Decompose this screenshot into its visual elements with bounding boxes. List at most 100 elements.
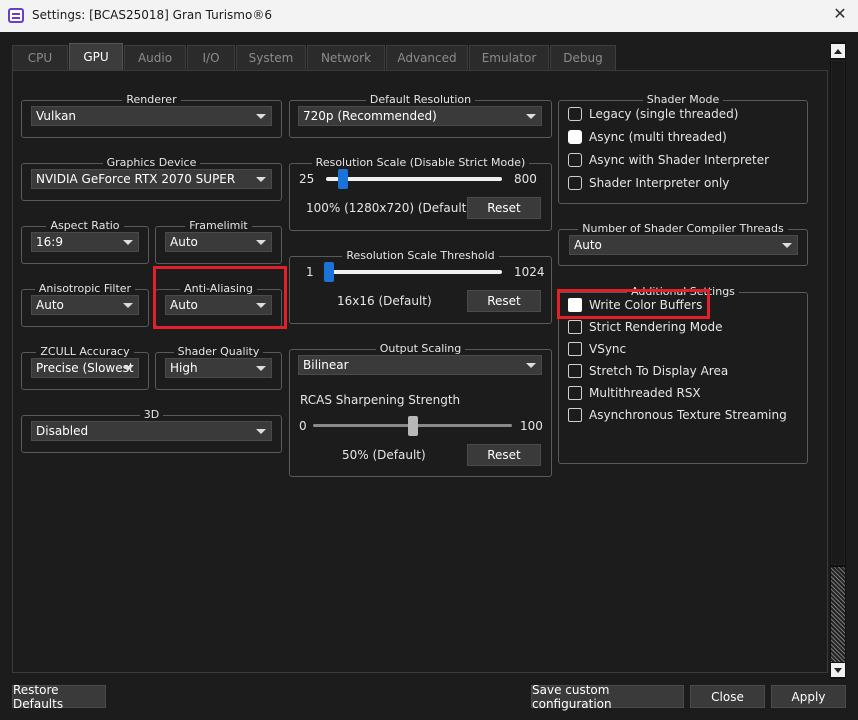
graphics-device-select[interactable]: NVIDIA GeForce RTX 2070 SUPER — [31, 169, 272, 189]
tab-emulator[interactable]: Emulator — [469, 45, 549, 71]
checkbox-label: Stretch To Display Area — [589, 364, 729, 378]
framelimit-select[interactable]: Auto — [165, 232, 272, 252]
shader-threads-title: Number of Shader Compiler Threads — [578, 222, 788, 235]
chevron-down-icon — [256, 240, 266, 245]
resolution-scale-value: 100% (1280x720) (Default) — [306, 201, 472, 215]
renderer-value: Vulkan — [36, 109, 77, 123]
chevron-down-icon — [256, 429, 266, 434]
renderer-select[interactable]: Vulkan — [31, 106, 272, 126]
tab-io[interactable]: I/O — [187, 45, 235, 71]
default-resolution-title: Default Resolution — [365, 93, 476, 106]
close-button[interactable]: Close — [690, 685, 765, 708]
vertical-scrollbar[interactable] — [830, 42, 846, 679]
resolution-scale-reset-button[interactable]: Reset — [467, 197, 541, 219]
checkbox-label: Strict Rendering Mode — [589, 320, 723, 334]
close-icon[interactable]: ✕ — [830, 4, 850, 23]
resolution-scale-title: Resolution Scale (Disable Strict Mode) — [311, 156, 530, 169]
scroll-up-icon[interactable] — [831, 44, 845, 58]
sharpening-slider-handle[interactable] — [407, 416, 418, 436]
sharpening-value: 50% (Default) — [342, 448, 426, 462]
shader-mode-async[interactable]: Async (multi threaded) — [568, 130, 727, 144]
checkbox[interactable] — [568, 364, 582, 378]
resolution-scale-slider-handle[interactable] — [338, 169, 349, 189]
checkbox[interactable] — [568, 386, 582, 400]
tab-gpu[interactable]: GPU — [69, 43, 123, 71]
checkbox-label: Multithreaded RSX — [589, 386, 701, 400]
3d-title: 3D — [139, 408, 164, 421]
save-custom-config-button[interactable]: Save custom configuration — [531, 683, 684, 711]
chevron-down-icon — [123, 240, 133, 245]
resolution-threshold-slider[interactable] — [326, 270, 502, 274]
radio-button[interactable] — [568, 153, 582, 167]
framelimit-title: Framelimit — [185, 219, 252, 232]
shader-mode-title: Shader Mode — [642, 93, 724, 106]
chevron-down-icon — [123, 366, 133, 371]
shader-mode-option-label: Async with Shader Interpreter — [589, 153, 770, 167]
radio-button[interactable] — [568, 176, 582, 190]
shader-quality-title: Shader Quality — [173, 345, 264, 358]
shader-mode-interpreter-only[interactable]: Shader Interpreter only — [568, 176, 729, 190]
async-texture-streaming-checkbox[interactable]: Asynchronous Texture Streaming — [568, 408, 787, 422]
radio-button[interactable] — [568, 130, 582, 144]
resolution-threshold-title: Resolution Scale Threshold — [342, 249, 499, 262]
output-scaling-value: Bilinear — [303, 358, 349, 372]
checkbox[interactable] — [568, 342, 582, 356]
tab-audio[interactable]: Audio — [124, 45, 186, 71]
output-scaling-select[interactable]: Bilinear — [298, 355, 542, 375]
graphics-device-title: Graphics Device — [102, 156, 201, 169]
anti-aliasing-highlight — [153, 266, 287, 329]
strict-rendering-checkbox[interactable]: Strict Rendering Mode — [568, 320, 723, 334]
aspect-ratio-select[interactable]: 16:9 — [31, 232, 139, 252]
app-icon — [8, 8, 24, 23]
sharpening-label: RCAS Sharpening Strength — [300, 393, 461, 407]
scrollbar-track[interactable] — [831, 567, 845, 662]
sharpening-reset-button[interactable]: Reset — [467, 444, 541, 466]
aspect-ratio-title: Aspect Ratio — [46, 219, 124, 232]
chevron-down-icon — [782, 243, 792, 248]
stretch-display-checkbox[interactable]: Stretch To Display Area — [568, 364, 728, 378]
window-title: Settings: [BCAS25018] Gran Turismo®6 — [32, 8, 272, 22]
resolution-scale-min: 25 — [299, 172, 315, 186]
tab-cpu[interactable]: CPU — [12, 45, 68, 71]
renderer-title: Renderer — [122, 93, 181, 106]
tab-system[interactable]: System — [236, 45, 306, 71]
chevron-down-icon — [526, 363, 536, 368]
shader-threads-select[interactable]: Auto — [569, 235, 798, 255]
graphics-device-value: NVIDIA GeForce RTX 2070 SUPER — [36, 172, 236, 186]
scroll-down-icon[interactable] — [831, 663, 845, 677]
apply-button[interactable]: Apply — [771, 685, 846, 708]
shader-threads-value: Auto — [574, 238, 602, 252]
shader-mode-async-interpreter[interactable]: Async with Shader Interpreter — [568, 153, 769, 167]
shader-mode-option-label: Async (multi threaded) — [589, 130, 727, 144]
resolution-scale-slider[interactable] — [326, 177, 502, 181]
multithreaded-rsx-checkbox[interactable]: Multithreaded RSX — [568, 386, 701, 400]
chevron-down-icon — [256, 177, 266, 182]
default-resolution-value: 720p (Recommended) — [303, 109, 437, 123]
checkbox[interactable] — [568, 320, 582, 334]
resolution-scale-max: 800 — [514, 172, 537, 186]
tab-network[interactable]: Network — [307, 45, 385, 71]
sharpening-max: 100 — [520, 419, 543, 433]
3d-select[interactable]: Disabled — [31, 421, 272, 441]
3d-value: Disabled — [36, 424, 89, 438]
checkbox[interactable] — [568, 408, 582, 422]
shader-mode-option-label: Shader Interpreter only — [589, 176, 730, 190]
default-resolution-select[interactable]: 720p (Recommended) — [298, 106, 542, 126]
tab-advanced[interactable]: Advanced — [386, 45, 468, 71]
resolution-threshold-min: 1 — [306, 265, 314, 279]
zcull-accuracy-select[interactable]: Precise (Slowest — [31, 358, 139, 378]
resolution-threshold-slider-handle[interactable] — [323, 262, 334, 282]
sharpening-min: 0 — [299, 419, 307, 433]
write-color-buffers-highlight — [557, 289, 710, 319]
shader-mode-option-label: Legacy (single threaded) — [589, 107, 739, 121]
shader-mode-legacy[interactable]: Legacy (single threaded) — [568, 107, 738, 121]
resolution-threshold-reset-button[interactable]: Reset — [467, 290, 541, 312]
restore-defaults-button[interactable]: Restore Defaults — [12, 683, 106, 711]
chevron-down-icon — [256, 366, 266, 371]
radio-button[interactable] — [568, 107, 582, 121]
tab-debug[interactable]: Debug — [550, 45, 616, 71]
anisotropic-filter-select[interactable]: Auto — [31, 295, 139, 315]
scrollbar-thumb[interactable] — [831, 60, 845, 565]
shader-quality-select[interactable]: High — [165, 358, 272, 378]
vsync-checkbox[interactable]: VSync — [568, 342, 626, 356]
